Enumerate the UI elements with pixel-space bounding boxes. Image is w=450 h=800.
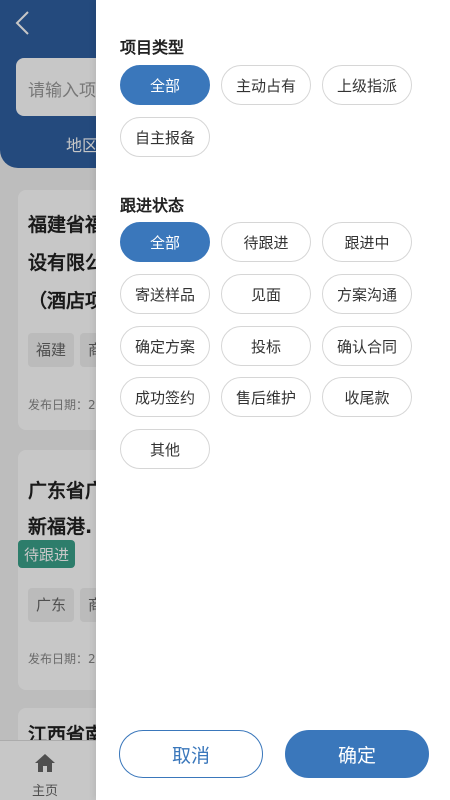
chip-status-signed[interactable]: 成功签约 <box>120 377 210 417</box>
chip-status-contract-confirmed[interactable]: 确认合同 <box>322 326 412 366</box>
chip-project-type-proactive[interactable]: 主动占有 <box>221 65 311 105</box>
section-title-project-type: 项目类型 <box>120 38 185 57</box>
chip-status-after-sales[interactable]: 售后维护 <box>221 377 311 417</box>
chip-status-final-payment[interactable]: 收尾款 <box>322 377 412 417</box>
chip-status-bidding[interactable]: 投标 <box>221 326 311 366</box>
cancel-button[interactable]: 取消 <box>119 730 263 778</box>
chip-status-other[interactable]: 其他 <box>120 429 210 469</box>
confirm-button[interactable]: 确定 <box>285 730 429 778</box>
section-title-follow-status: 跟进状态 <box>120 196 185 215</box>
chip-status-all[interactable]: 全部 <box>120 222 210 262</box>
chip-status-in-progress[interactable]: 跟进中 <box>322 222 412 262</box>
chip-status-meeting[interactable]: 见面 <box>221 274 311 314</box>
chip-status-plan-discussion[interactable]: 方案沟通 <box>322 274 412 314</box>
chip-status-pending[interactable]: 待跟进 <box>221 222 311 262</box>
chip-project-type-assigned[interactable]: 上级指派 <box>322 65 412 105</box>
chip-status-samples[interactable]: 寄送样品 <box>120 274 210 314</box>
chip-project-type-self-report[interactable]: 自主报备 <box>120 117 210 157</box>
chip-project-type-all[interactable]: 全部 <box>120 65 210 105</box>
filter-drawer: 项目类型 全部 主动占有 上级指派 自主报备 跟进状态 全部 待跟进 跟进中 寄… <box>96 0 450 800</box>
chip-status-plan-confirmed[interactable]: 确定方案 <box>120 326 210 366</box>
